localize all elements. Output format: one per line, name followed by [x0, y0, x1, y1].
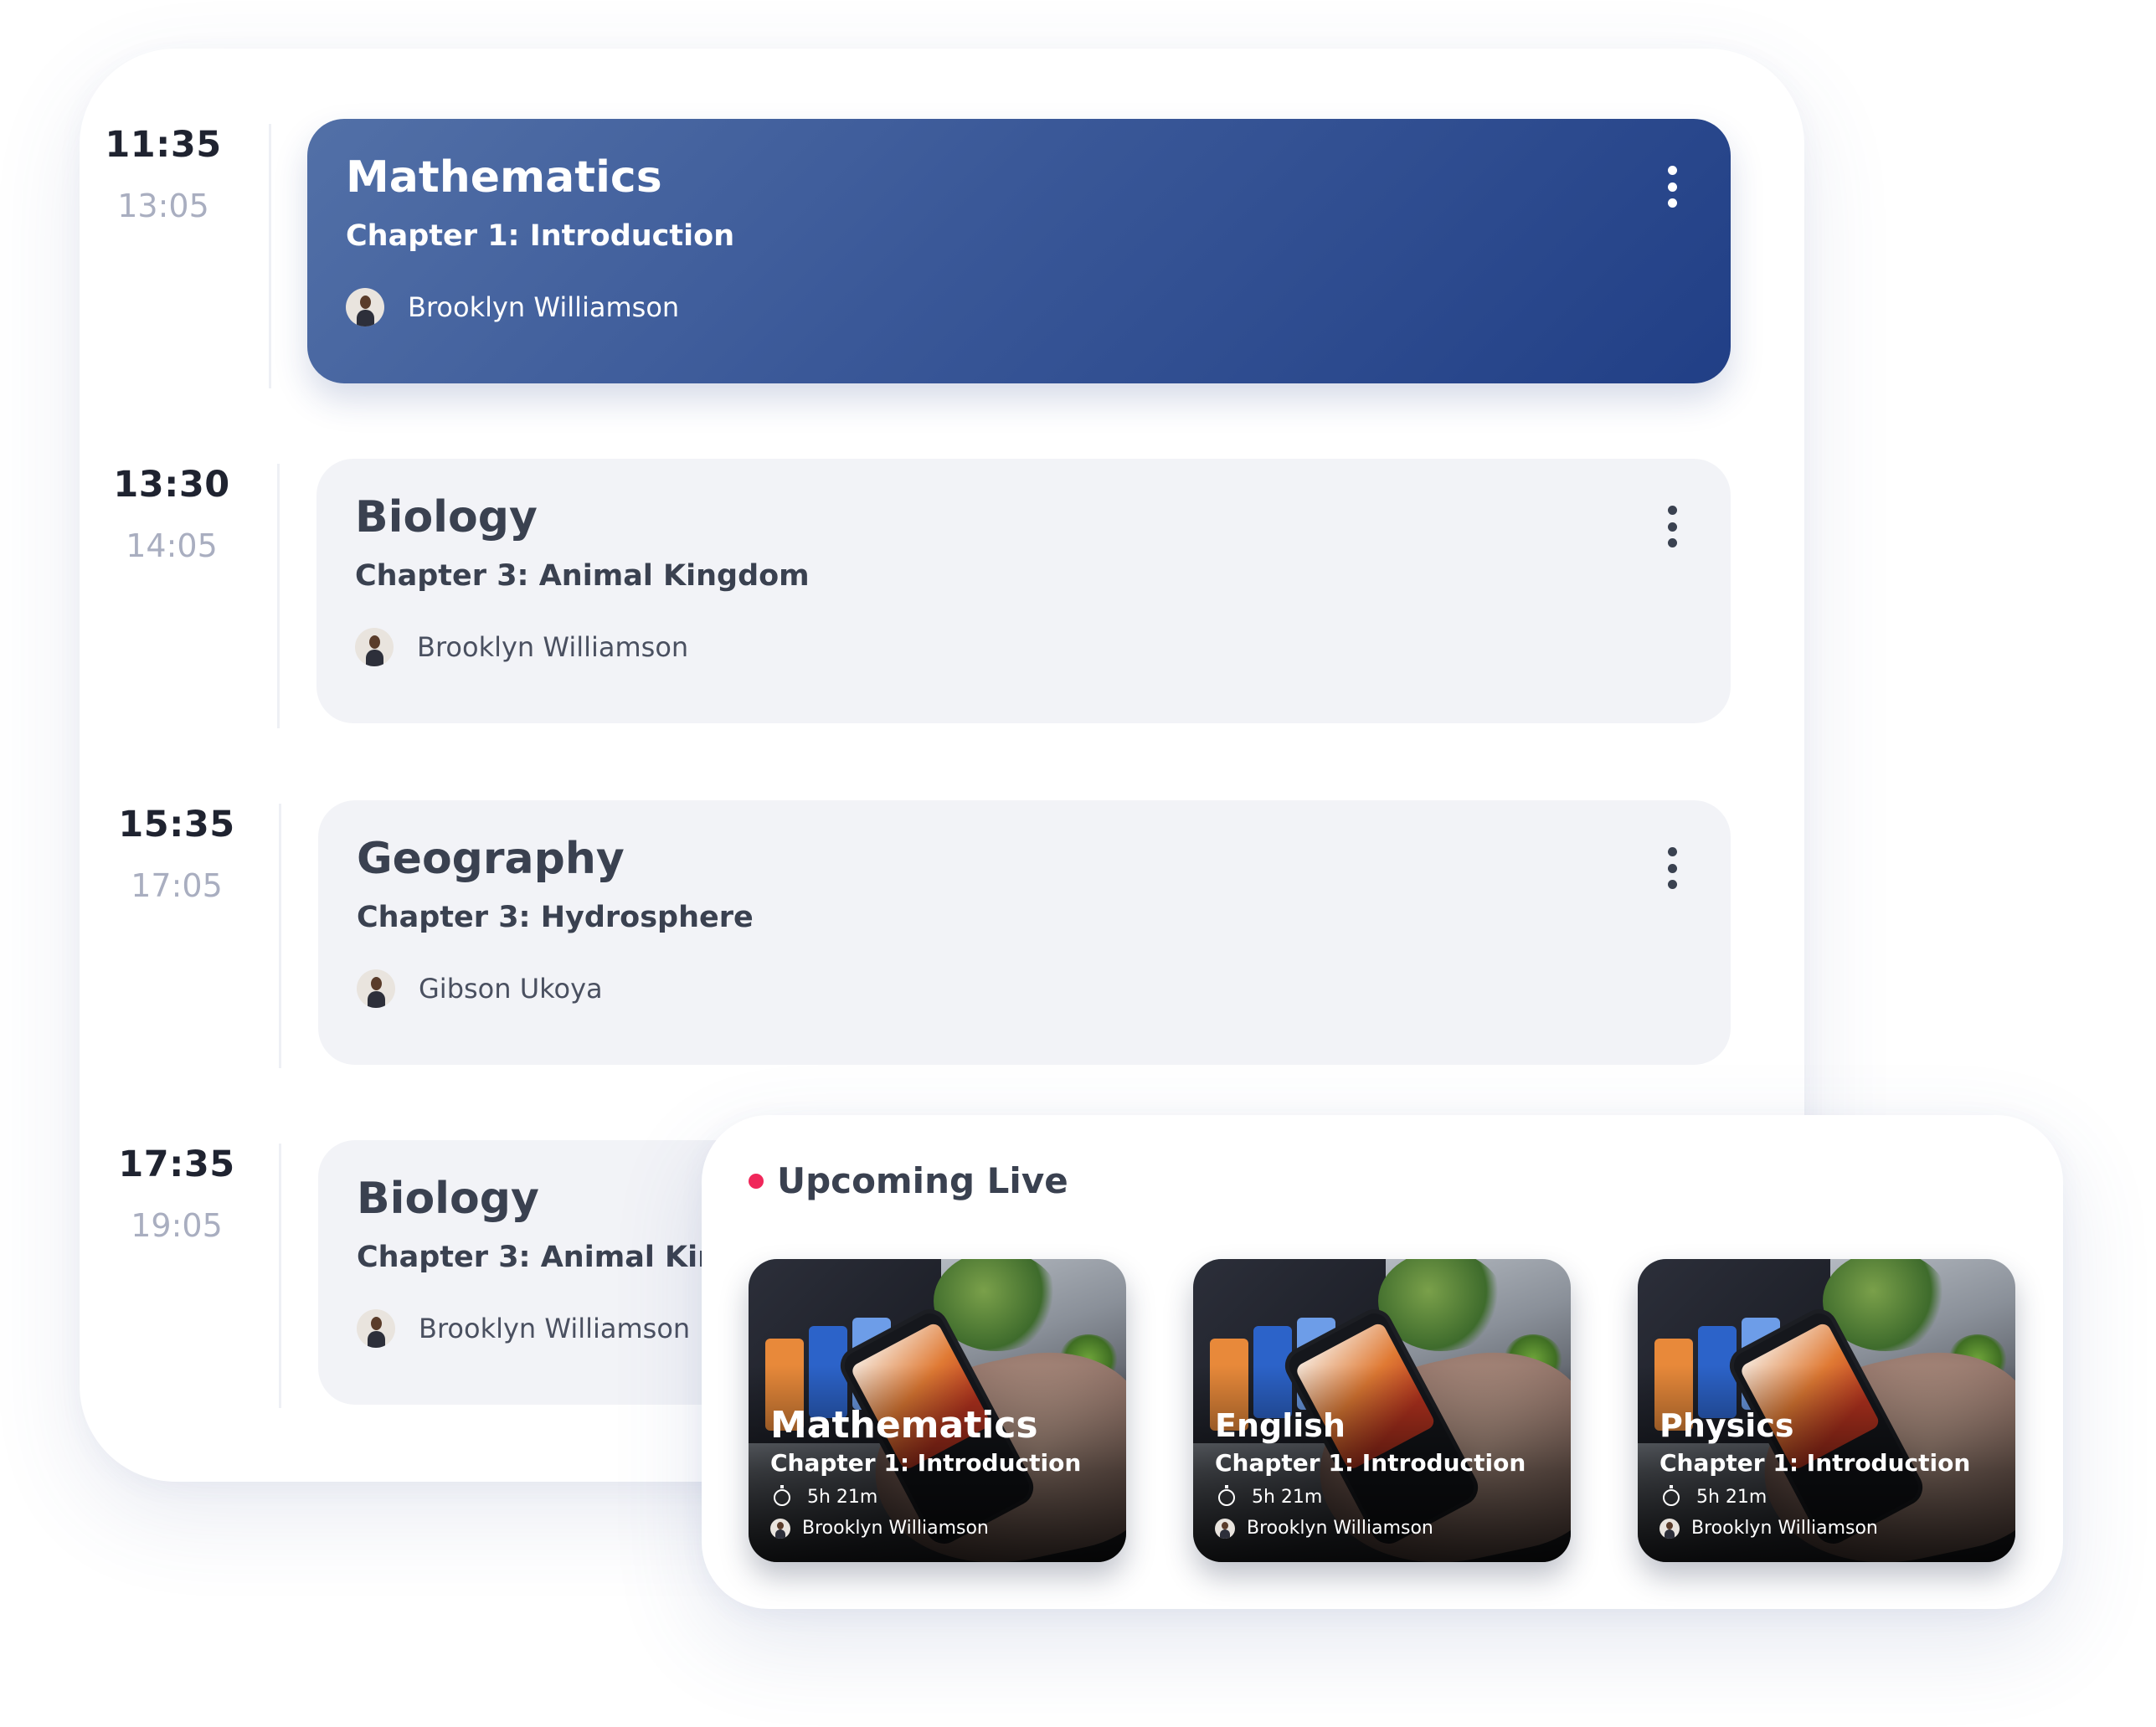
class-teacher: Brooklyn Williamson	[346, 288, 1692, 326]
class-subject: Biology	[355, 492, 538, 542]
upcoming-live-list: Mathematics Chapter 1: Introduction 5h 2…	[749, 1259, 2015, 1562]
time-range: 17:35 19:05	[93, 1144, 260, 1244]
teacher-avatar	[346, 288, 384, 326]
schedule-screen: 11:35 13:05 Mathematics Chapter 1: Intro…	[0, 0, 2156, 1727]
live-card-info: Mathematics Chapter 1: Introduction 5h 2…	[770, 1407, 1109, 1539]
class-chapter: Chapter 3: Hydrosphere	[357, 901, 754, 934]
live-card-physics[interactable]: Physics Chapter 1: Introduction 5h 21m B…	[1638, 1259, 2015, 1562]
class-chapter: Chapter 1: Introduction	[346, 219, 735, 253]
class-card-mathematics[interactable]: Mathematics Chapter 1: Introduction Broo…	[307, 119, 1731, 383]
live-subject: Physics	[1659, 1407, 1794, 1444]
teacher-name: Brooklyn Williamson	[419, 1313, 691, 1344]
end-time: 19:05	[131, 1207, 223, 1244]
start-time: 17:35	[118, 1144, 235, 1185]
class-teacher: Gibson Ukoya	[357, 969, 1692, 1008]
live-duration: 5h 21m	[770, 1484, 1109, 1508]
teacher-avatar	[1215, 1518, 1235, 1539]
stopwatch-icon	[1663, 1484, 1680, 1506]
time-range: 15:35 17:05	[93, 804, 260, 904]
duration-text: 5h 21m	[807, 1487, 878, 1508]
live-subject: Mathematics	[770, 1404, 1038, 1447]
duration-text: 5h 21m	[1696, 1487, 1768, 1508]
class-teacher: Brooklyn Williamson	[355, 628, 1692, 666]
teacher-name: Brooklyn Williamson	[802, 1518, 989, 1539]
live-duration: 5h 21m	[1215, 1484, 1554, 1508]
upcoming-live-panel: Upcoming Live Mathematics Chapter 1: Int…	[702, 1115, 2063, 1609]
start-time: 15:35	[118, 804, 235, 846]
live-card-english[interactable]: English Chapter 1: Introduction 5h 21m B…	[1193, 1259, 1571, 1562]
timeline-divider	[277, 464, 280, 728]
teacher-avatar	[357, 969, 395, 1008]
live-teacher: Brooklyn Williamson	[1659, 1518, 1999, 1539]
live-subject: English	[1215, 1407, 1346, 1444]
teacher-name: Brooklyn Williamson	[408, 291, 680, 323]
class-subject: Geography	[357, 834, 625, 884]
live-duration: 5h 21m	[1659, 1484, 1999, 1508]
class-card-geography[interactable]: Geography Chapter 3: Hydrosphere Gibson …	[318, 800, 1731, 1065]
end-time: 14:05	[126, 527, 218, 564]
teacher-name: Brooklyn Williamson	[417, 631, 689, 663]
live-dot-icon	[749, 1173, 764, 1189]
class-chapter: Chapter 3: Animal Kingdom	[355, 559, 810, 593]
live-teacher: Brooklyn Williamson	[1215, 1518, 1554, 1539]
timeline-divider	[279, 1144, 281, 1408]
time-range: 11:35 13:05	[80, 124, 247, 224]
class-subject: Mathematics	[346, 152, 662, 203]
start-time: 13:30	[113, 464, 230, 506]
live-card-mathematics[interactable]: Mathematics Chapter 1: Introduction 5h 2…	[749, 1259, 1126, 1562]
teacher-avatar	[357, 1309, 395, 1348]
live-chapter: Chapter 1: Introduction	[770, 1449, 1082, 1477]
teacher-name: Gibson Ukoya	[419, 973, 603, 1005]
class-card-biology[interactable]: Biology Chapter 3: Animal Kingdom Brookl…	[316, 459, 1731, 723]
live-chapter: Chapter 1: Introduction	[1215, 1449, 1526, 1477]
more-vertical-icon[interactable]	[1664, 847, 1680, 889]
live-card-info: Physics Chapter 1: Introduction 5h 21m B…	[1659, 1407, 1999, 1539]
end-time: 17:05	[131, 867, 223, 904]
more-vertical-icon[interactable]	[1664, 166, 1680, 208]
end-time: 13:05	[117, 188, 209, 224]
teacher-avatar	[770, 1518, 790, 1539]
timeline-divider	[269, 124, 271, 388]
stopwatch-icon	[774, 1484, 790, 1506]
upcoming-live-title: Upcoming Live	[777, 1160, 1068, 1201]
teacher-name: Brooklyn Williamson	[1247, 1518, 1433, 1539]
timeline-divider	[279, 804, 281, 1068]
teacher-avatar	[1659, 1518, 1680, 1539]
more-vertical-icon[interactable]	[1664, 506, 1680, 547]
live-card-info: English Chapter 1: Introduction 5h 21m B…	[1215, 1407, 1554, 1539]
upcoming-live-header: Upcoming Live	[749, 1160, 1068, 1201]
duration-text: 5h 21m	[1252, 1487, 1323, 1508]
teacher-name: Brooklyn Williamson	[1691, 1518, 1878, 1539]
live-teacher: Brooklyn Williamson	[770, 1518, 1109, 1539]
teacher-avatar	[355, 628, 394, 666]
live-chapter: Chapter 1: Introduction	[1659, 1449, 1971, 1477]
time-range: 13:30 14:05	[88, 464, 255, 564]
start-time: 11:35	[105, 124, 222, 166]
stopwatch-icon	[1218, 1484, 1235, 1506]
